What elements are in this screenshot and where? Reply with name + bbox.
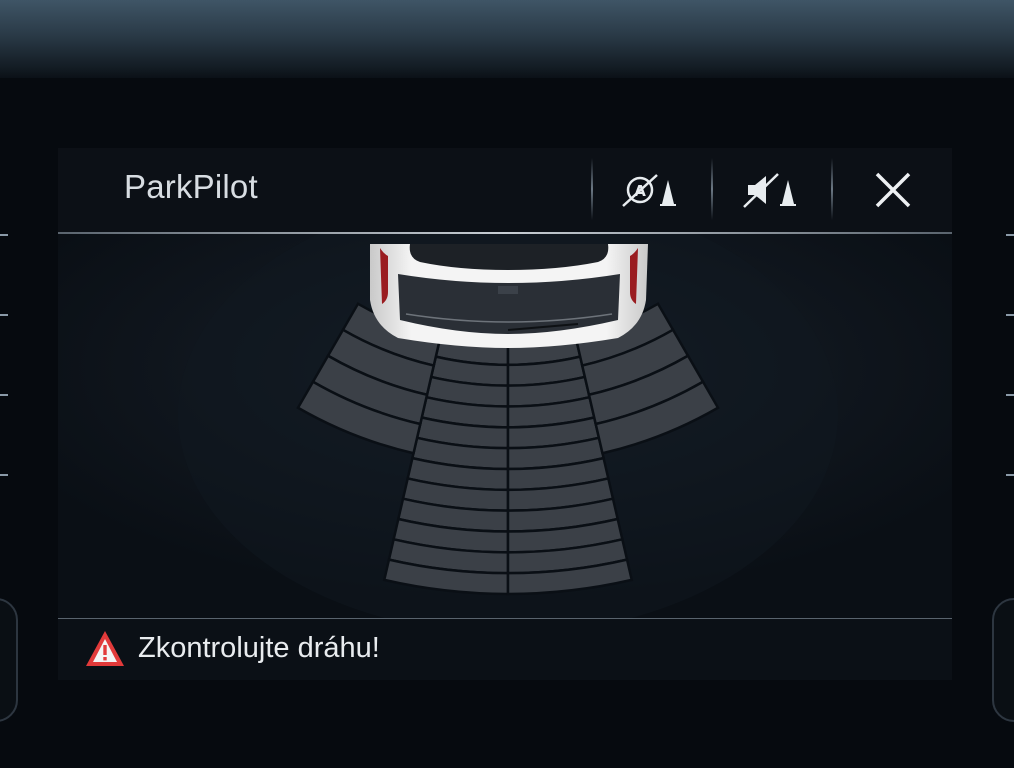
infotainment-screen: ParkPilot A (58, 148, 952, 680)
speaker-muted-icon (743, 173, 796, 208)
warning-bar: Zkontrolujte dráhu! (58, 619, 952, 680)
bezel-mark (0, 234, 8, 236)
bezel-mark (1006, 314, 1014, 316)
warning-message: Zkontrolujte dráhu! (138, 632, 380, 664)
close-icon (875, 172, 910, 208)
warning-triangle-icon (86, 631, 124, 666)
bezel-mark (1006, 234, 1014, 236)
bezel-mark (0, 314, 8, 316)
header-bar: ParkPilot A (58, 148, 952, 232)
bezel-mark (1006, 394, 1014, 396)
left-knob[interactable] (0, 598, 18, 722)
dashboard-trim (0, 0, 1014, 78)
page-title: ParkPilot (124, 168, 258, 205)
close-button[interactable] (833, 148, 952, 232)
auto-activation-toggle-button[interactable]: A (593, 148, 711, 232)
mute-sound-toggle-button[interactable] (713, 148, 831, 232)
car-top-view (370, 244, 648, 348)
bezel-mark (0, 474, 8, 476)
parking-sensor-graphic (58, 194, 952, 634)
bezel-mark (1006, 474, 1014, 476)
bezel-mark (0, 394, 8, 396)
right-knob[interactable] (992, 598, 1014, 722)
parking-sensor-view (58, 194, 952, 634)
auto-activation-off-icon: A (622, 174, 676, 207)
